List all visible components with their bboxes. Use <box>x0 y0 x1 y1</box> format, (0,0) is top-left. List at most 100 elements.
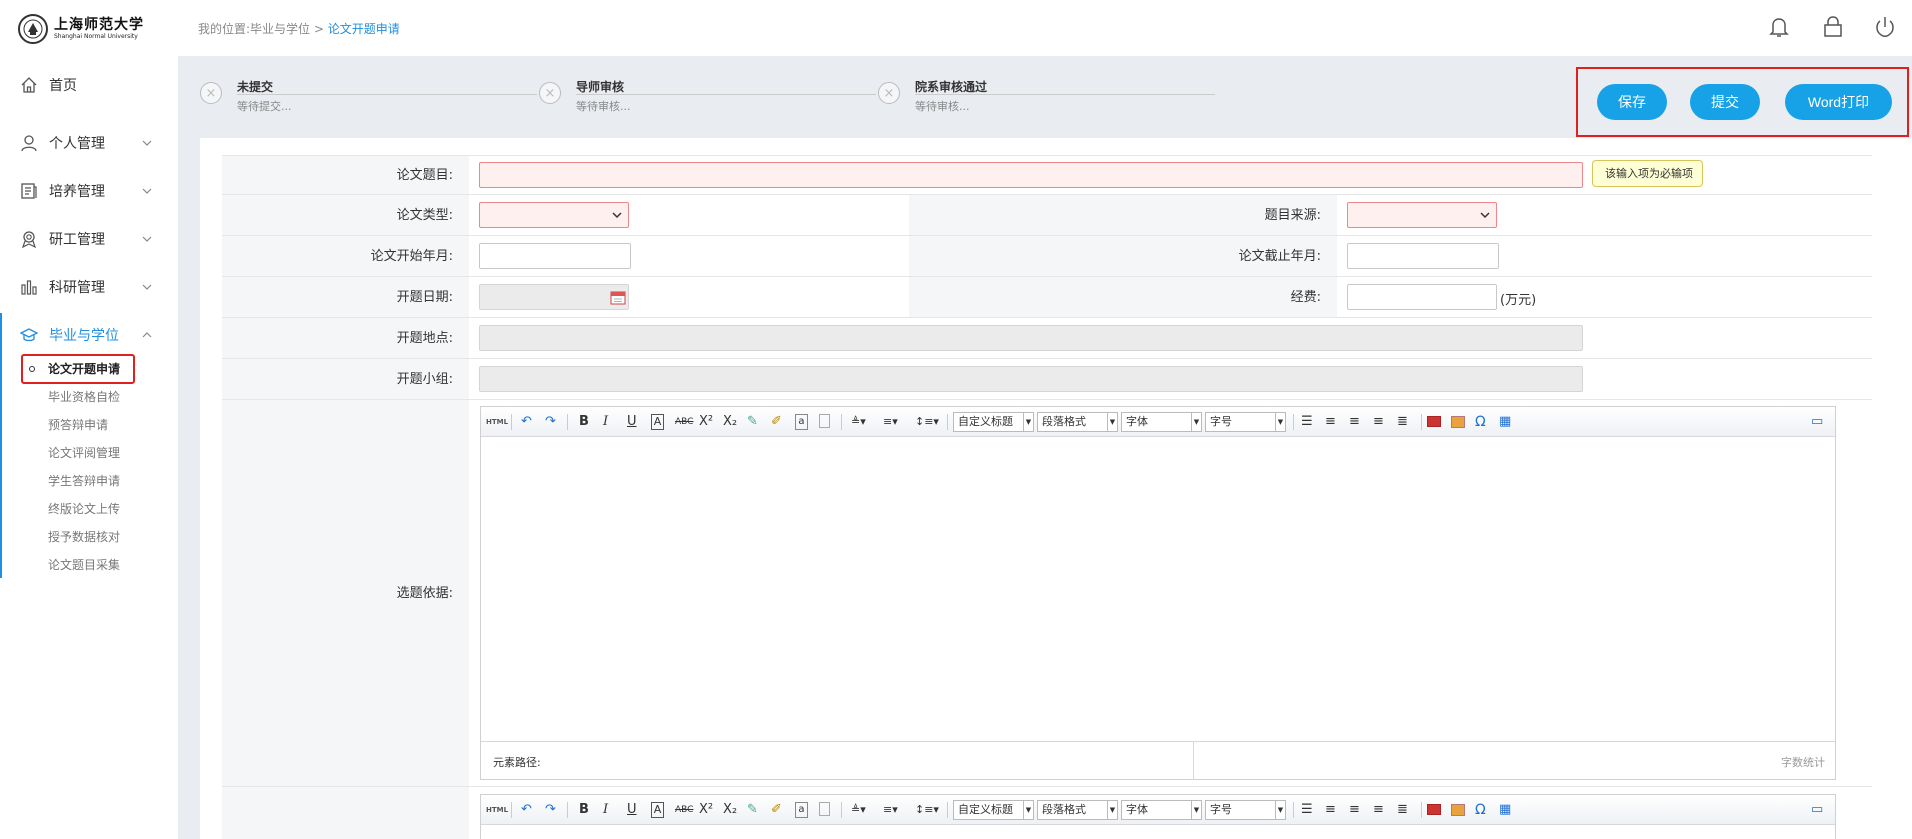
line-height-icon[interactable]: ↕≡▾ <box>915 802 939 818</box>
subnav-pre-defense[interactable]: 预答辩申请 <box>48 416 108 434</box>
align-center-icon[interactable]: ≡ <box>1349 802 1360 818</box>
font-family-select[interactable]: 字体 ▼ <box>1121 412 1202 432</box>
align-left-icon[interactable]: ≡ <box>1325 802 1336 818</box>
custom-title-select[interactable]: 自定义标题 ▼ <box>953 412 1034 432</box>
calendar-icon[interactable] <box>610 289 626 305</box>
underline-icon[interactable]: U <box>627 802 637 818</box>
editor-body[interactable] <box>481 438 1835 742</box>
font-size-select[interactable]: 字号 ▼ <box>1205 800 1286 820</box>
multi-image-icon[interactable] <box>1451 804 1465 816</box>
image-icon[interactable] <box>1427 804 1441 815</box>
undo-icon[interactable]: ↶ <box>521 414 532 430</box>
align-center-icon[interactable]: ≡ <box>1349 414 1360 430</box>
thesis-title-label: 论文题目: <box>222 156 469 194</box>
paragraph-format-select[interactable]: 段落格式 ▼ <box>1037 800 1118 820</box>
align-right-icon[interactable]: ≡ <box>1373 414 1384 430</box>
eraser-icon[interactable]: ✎ <box>747 802 758 818</box>
topic-source-select[interactable] <box>1347 202 1497 228</box>
nav-training[interactable]: 培养管理 <box>0 174 178 208</box>
editor-toolbar: HTML ↶ ↷ B I U A ABC X² X₂ ✎ ✐ a ≜▾ ≡▾ ↕… <box>481 795 1835 825</box>
required-tooltip: 该输入项为必输项 <box>1592 160 1703 187</box>
format-brush-icon[interactable]: ✐ <box>771 414 782 430</box>
italic-icon[interactable]: I <box>603 802 608 818</box>
breadcrumb-prefix[interactable]: 我的位置:毕业与学位 <box>198 22 310 36</box>
eraser-icon[interactable]: ✎ <box>747 414 758 430</box>
row-open-date: 开题日期: 经费: <box>222 277 1872 318</box>
subscript-icon[interactable]: X₂ <box>723 802 737 818</box>
align-justify-icon[interactable]: ≣ <box>1397 414 1408 430</box>
power-icon[interactable] <box>1872 14 1898 40</box>
row-spacing-bottom-icon[interactable]: ≡▾ <box>883 802 898 818</box>
font-border-icon[interactable]: A <box>651 414 664 430</box>
font-family-select[interactable]: 字体 ▼ <box>1121 800 1202 820</box>
indent-icon[interactable]: ☰ <box>1301 414 1313 430</box>
save-button[interactable]: 保存 <box>1597 84 1667 120</box>
row-spacing-top-icon[interactable]: ≜▾ <box>851 802 866 818</box>
custom-title-select[interactable]: 自定义标题 ▼ <box>953 800 1034 820</box>
fullscreen-icon[interactable]: ▭ <box>1811 414 1823 430</box>
dropdown-arrow-icon: ▼ <box>1191 801 1201 819</box>
bold-icon[interactable]: B <box>579 802 589 818</box>
row-spacing-bottom-icon[interactable]: ≡▾ <box>883 414 898 430</box>
subnav-thesis-review[interactable]: 论文评阅管理 <box>48 444 120 462</box>
html-source-icon[interactable]: HTML <box>486 802 508 818</box>
subnav-degree-data-check[interactable]: 授予数据核对 <box>48 528 120 546</box>
auto-typeset-icon[interactable]: a <box>795 802 808 818</box>
italic-icon[interactable]: I <box>603 414 608 430</box>
indent-icon[interactable]: ☰ <box>1301 802 1313 818</box>
superscript-icon[interactable]: X² <box>699 802 713 818</box>
table-icon[interactable]: ▦ <box>1499 802 1511 818</box>
table-icon[interactable]: ▦ <box>1499 414 1511 430</box>
redo-icon[interactable]: ↷ <box>545 802 556 818</box>
thesis-end-input[interactable] <box>1347 243 1499 269</box>
strikethrough-icon[interactable]: ABC <box>675 414 693 430</box>
nav-personal[interactable]: 个人管理 <box>0 126 178 160</box>
html-source-icon[interactable]: HTML <box>486 414 508 430</box>
word-print-button[interactable]: Word打印 <box>1785 84 1892 120</box>
bell-icon[interactable] <box>1766 14 1792 40</box>
bold-icon[interactable]: B <box>579 414 589 430</box>
open-place-input[interactable] <box>479 325 1583 351</box>
submit-button[interactable]: 提交 <box>1690 84 1760 120</box>
thesis-start-input[interactable] <box>479 243 631 269</box>
image-icon[interactable] <box>1427 416 1441 427</box>
fullscreen-icon[interactable]: ▭ <box>1811 802 1823 818</box>
thesis-type-select[interactable] <box>479 202 629 228</box>
line-height-icon[interactable]: ↕≡▾ <box>915 414 939 430</box>
auto-typeset-icon[interactable]: a <box>795 414 808 430</box>
paste-plain-icon[interactable] <box>819 414 830 428</box>
nav-home[interactable]: 首页 <box>0 68 178 102</box>
step-line <box>576 94 876 95</box>
multi-image-icon[interactable] <box>1451 416 1465 428</box>
thesis-title-input[interactable] <box>479 162 1583 188</box>
open-group-input[interactable] <box>479 366 1583 392</box>
subnav-thesis-proposal[interactable]: 论文开题申请 <box>48 360 120 378</box>
special-char-icon[interactable]: Ω <box>1475 414 1486 430</box>
align-left-icon[interactable]: ≡ <box>1325 414 1336 430</box>
underline-icon[interactable]: U <box>627 414 637 430</box>
funds-input[interactable] <box>1347 284 1497 310</box>
special-char-icon[interactable]: Ω <box>1475 802 1486 818</box>
subnav-final-upload[interactable]: 终版论文上传 <box>48 500 120 518</box>
nav-research[interactable]: 科研管理 <box>0 270 178 304</box>
redo-icon[interactable]: ↷ <box>545 414 556 430</box>
paste-plain-icon[interactable] <box>819 802 830 816</box>
subnav-defense-apply[interactable]: 学生答辩申请 <box>48 472 120 490</box>
align-right-icon[interactable]: ≡ <box>1373 802 1384 818</box>
lock-icon[interactable] <box>1820 14 1846 40</box>
superscript-icon[interactable]: X² <box>699 414 713 430</box>
open-date-input[interactable] <box>479 284 629 310</box>
font-border-icon[interactable]: A <box>651 802 664 818</box>
paragraph-format-select[interactable]: 段落格式 ▼ <box>1037 412 1118 432</box>
undo-icon[interactable]: ↶ <box>521 802 532 818</box>
row-spacing-top-icon[interactable]: ≜▾ <box>851 414 866 430</box>
align-justify-icon[interactable]: ≣ <box>1397 802 1408 818</box>
nav-graduate-work[interactable]: 研工管理 <box>0 222 178 256</box>
step-desc: 等待提交... <box>237 100 292 113</box>
strikethrough-icon[interactable]: ABC <box>675 802 693 818</box>
subscript-icon[interactable]: X₂ <box>723 414 737 430</box>
subnav-graduation-check[interactable]: 毕业资格自检 <box>48 388 120 406</box>
subnav-title-collection[interactable]: 论文题目采集 <box>48 556 120 574</box>
format-brush-icon[interactable]: ✐ <box>771 802 782 818</box>
font-size-select[interactable]: 字号 ▼ <box>1205 412 1286 432</box>
